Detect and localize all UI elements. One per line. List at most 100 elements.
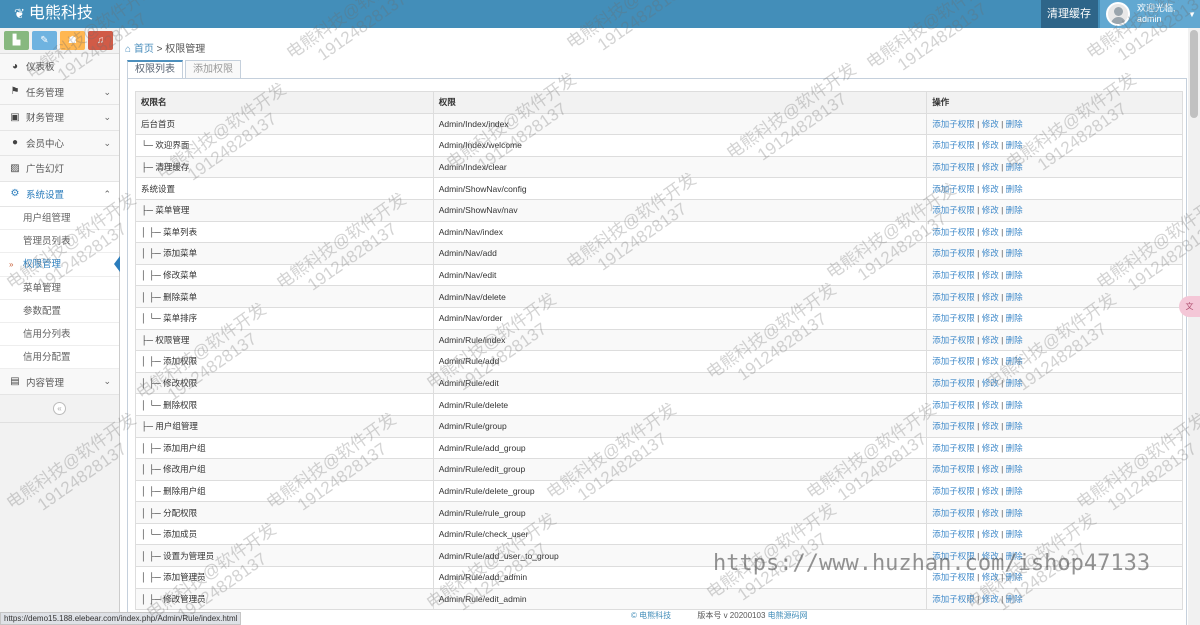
users-shortcut-button[interactable]: ☗ [60,31,85,50]
add-child-permission-link[interactable]: 添加子权限 [932,594,975,604]
sidebar-item-content[interactable]: ▤ 内容管理 ⌄ [0,369,119,395]
translate-float-button[interactable]: 文 [1179,296,1200,317]
delete-link[interactable]: 删除 [1006,572,1023,582]
sidebar-item-dashboard[interactable]: ◕ 仪表板 [0,54,119,80]
delete-link[interactable]: 删除 [1006,508,1023,518]
edit-link[interactable]: 修改 [982,184,999,194]
delete-link[interactable]: 删除 [1006,270,1023,280]
footer-source-link[interactable]: 电熊源码网 [768,611,808,620]
add-child-permission-link[interactable]: 添加子权限 [932,421,975,431]
delete-link[interactable]: 删除 [1006,119,1023,129]
add-child-permission-link[interactable]: 添加子权限 [932,335,975,345]
edit-link[interactable]: 修改 [982,313,999,323]
add-child-permission-link[interactable]: 添加子权限 [932,313,975,323]
add-child-permission-link[interactable]: 添加子权限 [932,443,975,453]
collapse-sidebar-button[interactable]: « [53,401,66,415]
edit-link[interactable]: 修改 [982,205,999,215]
clear-cache-button[interactable]: 清理缓存 ▼ [1041,0,1098,47]
add-child-permission-link[interactable]: 添加子权限 [932,378,975,388]
sidebar-item-label: 系统设置 [26,189,65,201]
delete-link[interactable]: 删除 [1006,443,1023,453]
edit-link[interactable]: 修改 [982,508,999,518]
edit-link[interactable]: 修改 [982,551,999,561]
breadcrumb-home-link[interactable]: 首页 [134,44,154,55]
edit-link[interactable]: 修改 [982,594,999,604]
delete-link[interactable]: 删除 [1006,421,1023,431]
edit-link[interactable]: 修改 [982,356,999,366]
edit-link[interactable]: 修改 [982,464,999,474]
add-child-permission-link[interactable]: 添加子权限 [932,248,975,258]
delete-link[interactable]: 删除 [1006,248,1023,258]
delete-link[interactable]: 删除 [1006,205,1023,215]
sidebar-subitem-menus[interactable]: 菜单管理 [0,276,119,300]
delete-link[interactable]: 删除 [1006,529,1023,539]
cogs-shortcut-button[interactable]: ♫ [88,31,113,50]
add-child-permission-link[interactable]: 添加子权限 [932,356,975,366]
add-child-permission-link[interactable]: 添加子权限 [932,400,975,410]
edit-link[interactable]: 修改 [982,400,999,410]
delete-link[interactable]: 删除 [1006,227,1023,237]
edit-link[interactable]: 修改 [982,140,999,150]
add-child-permission-link[interactable]: 添加子权限 [932,270,975,280]
delete-link[interactable]: 删除 [1006,594,1023,604]
add-child-permission-link[interactable]: 添加子权限 [932,119,975,129]
add-child-permission-link[interactable]: 添加子权限 [932,184,975,194]
add-child-permission-link[interactable]: 添加子权限 [932,464,975,474]
delete-link[interactable]: 删除 [1006,356,1023,366]
vertical-scrollbar[interactable] [1188,28,1200,625]
delete-link[interactable]: 删除 [1006,313,1023,323]
edit-link[interactable]: 修改 [982,378,999,388]
edit-link[interactable]: 修改 [982,529,999,539]
delete-link[interactable]: 删除 [1006,551,1023,561]
edit-link[interactable]: 修改 [982,421,999,431]
edit-link[interactable]: 修改 [982,292,999,302]
edit-link[interactable]: 修改 [982,335,999,345]
edit-link[interactable]: 修改 [982,572,999,582]
user-menu[interactable]: 欢迎光临, admin ▼ [1100,0,1200,28]
delete-link[interactable]: 删除 [1006,486,1023,496]
add-child-permission-link[interactable]: 添加子权限 [932,486,975,496]
actions-cell: 添加子权限 | 修改 | 删除 [926,479,1183,503]
edit-link[interactable]: 修改 [982,162,999,172]
add-child-permission-link[interactable]: 添加子权限 [932,205,975,215]
add-child-permission-link[interactable]: 添加子权限 [932,529,975,539]
edit-link[interactable]: 修改 [982,119,999,129]
sidebar-item-system-settings[interactable]: ⚙ 系统设置 ⌃ [0,181,119,207]
add-child-permission-link[interactable]: 添加子权限 [932,227,975,237]
edit-link[interactable]: 修改 [982,486,999,496]
sidebar-subitem-credit-config[interactable]: 信用分配置 [0,346,119,370]
add-child-permission-link[interactable]: 添加子权限 [932,162,975,172]
sidebar-item-tasks[interactable]: ⚑ 任务管理 ⌄ [0,79,119,105]
delete-link[interactable]: 删除 [1006,184,1023,194]
add-child-permission-link[interactable]: 添加子权限 [932,572,975,582]
edit-link[interactable]: 修改 [982,227,999,237]
add-child-permission-link[interactable]: 添加子权限 [932,140,975,150]
edit-link[interactable]: 修改 [982,443,999,453]
brand-logo[interactable]: ❦ 电熊科技 [14,4,93,24]
sidebar-subitem-admin-list[interactable]: 管理员列表 [0,230,119,254]
scrollbar-thumb[interactable] [1190,30,1198,118]
delete-link[interactable]: 删除 [1006,378,1023,388]
edit-link[interactable]: 修改 [982,248,999,258]
add-child-permission-link[interactable]: 添加子权限 [932,551,975,561]
delete-link[interactable]: 删除 [1006,162,1023,172]
tab-add-permission[interactable]: 添加权限 [185,60,241,79]
sidebar-subitem-permissions[interactable]: » 权限管理 [0,253,120,277]
sidebar-item-finance[interactable]: ▣ 财务管理 ⌄ [0,105,119,131]
delete-link[interactable]: 删除 [1006,400,1023,410]
signal-shortcut-button[interactable]: ▙ [4,31,29,50]
edit-link[interactable]: 修改 [982,270,999,280]
sidebar-subitem-params[interactable]: 参数配置 [0,299,119,323]
sidebar-subitem-user-groups[interactable]: 用户组管理 [0,207,119,231]
add-child-permission-link[interactable]: 添加子权限 [932,292,975,302]
sidebar-item-members[interactable]: ● 会员中心 ⌄ [0,130,119,156]
sidebar-item-ads[interactable]: ▨ 广告幻灯 [0,156,119,182]
delete-link[interactable]: 删除 [1006,335,1023,345]
delete-link[interactable]: 删除 [1006,464,1023,474]
tab-permission-list[interactable]: 权限列表 [127,60,183,79]
add-child-permission-link[interactable]: 添加子权限 [932,508,975,518]
delete-link[interactable]: 删除 [1006,140,1023,150]
pencil-shortcut-button[interactable]: ✎ [32,31,57,50]
delete-link[interactable]: 删除 [1006,292,1023,302]
sidebar-subitem-credit-list[interactable]: 信用分列表 [0,322,119,347]
